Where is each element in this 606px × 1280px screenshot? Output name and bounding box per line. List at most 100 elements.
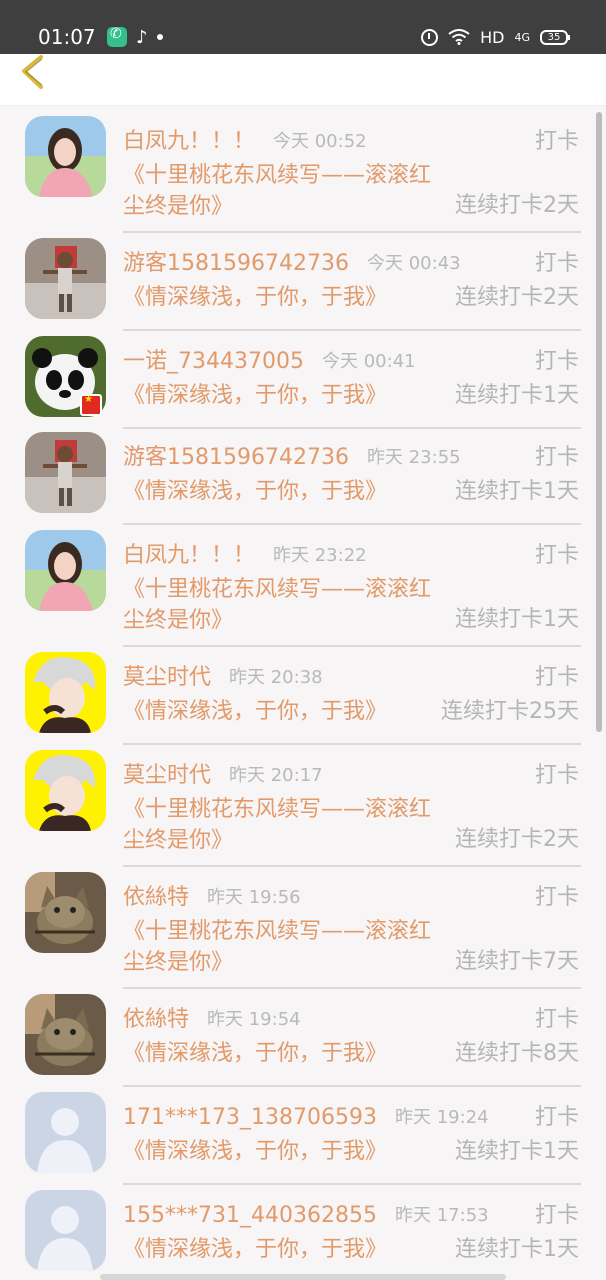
list-item[interactable]: 游客1581596742736 昨天 23:55 打卡《情深缘浅，于你，于我》 连续打… [0,428,606,526]
chevron-left-icon[interactable] [14,54,54,94]
wifi-icon [448,29,470,45]
checkin-label: 打卡 [534,445,579,470]
alarm-icon [421,28,439,46]
streak-count: 连续打卡2天 [455,827,579,852]
user-name[interactable]: 155***731_440362855 [123,1202,377,1230]
streak-count: 连续打卡2天 [455,285,579,310]
user-name[interactable]: 莫尘时代 [123,664,211,692]
list-item[interactable]: 莫尘时代 昨天 20:38 打卡《情深缘浅，于你，于我》 连续打卡25天 [0,648,606,746]
list-item[interactable]: 依絲特 昨天 19:54 打卡 《情深缘浅，于你，于我》 连续打卡8天 [0,990,606,1088]
row-divider [123,1085,581,1087]
streak-count: 连续打卡25天 [441,699,579,724]
user-name[interactable]: 171***173_138706593 [123,1104,377,1132]
work-title[interactable]: 《情深缘浅，于你，于我》 [123,1136,453,1167]
work-title[interactable]: 《情深缘浅，于你，于我》 [123,1234,453,1265]
post-time: 今天 00:43 [367,253,461,274]
home-indicator[interactable] [100,1274,506,1280]
user-name[interactable]: 一诺_734437005 [123,348,304,376]
work-title[interactable]: 《情深缘浅，于你，于我》 [123,282,453,313]
list-item[interactable]: 依絲特 昨天 19:56 打卡《十里桃花东风续写——滚滚红 尘终是你》 连续打卡7天 [0,868,606,990]
user-name[interactable]: 依絲特 [123,884,189,912]
network-label: HD [480,27,505,47]
post-time: 昨天 20:38 [229,667,323,688]
notification-icons: ♪ [107,26,163,48]
streak-count: 连续打卡1天 [455,383,579,408]
checkin-label: 打卡 [534,885,579,910]
list-item[interactable]: 莫尘时代 昨天 20:17 打卡 《十里桃花东风续写——滚滚红 尘终是你》 连续打卡2天 [0,746,606,868]
checkin-label: 打卡 [534,1105,579,1130]
streak-count: 连续打卡1天 [455,1237,579,1262]
streak-count: 连续打卡7天 [455,949,579,974]
streak-count: 连续打卡1天 [455,479,579,504]
checkin-label: 打卡 [534,129,579,154]
work-title[interactable]: 《十里桃花东风续写——滚滚红 [123,916,453,947]
phone-icon [107,26,127,47]
list-item[interactable]: 游客1581596742736 今天 00:43 打卡《情深缘浅，于你，于我》 连续打… [0,234,606,332]
work-title-continued[interactable]: 尘终是你》 [123,947,453,978]
post-time: 昨天 23:22 [273,545,367,566]
row-divider [123,743,581,745]
user-name[interactable]: 游客1581596742736 [123,250,349,278]
signal-label: 4G [514,30,530,44]
work-title-continued[interactable]: 尘终是你》 [123,825,453,856]
work-title[interactable]: 《情深缘浅，于你，于我》 [123,696,453,727]
row-divider [123,987,581,989]
avatar[interactable] [25,1092,106,1173]
list-item[interactable]: 171***173_138706593 昨天 19:24 打卡《情深缘浅，于你，于我… [0,1088,606,1186]
avatar[interactable] [25,1190,106,1271]
checkin-label: 打卡 [534,543,579,568]
checkin-label: 打卡 [534,349,579,374]
user-name[interactable]: 游客1581596742736 [123,444,349,472]
checkin-list[interactable]: 白凤九！！！ 今天 00:52 打卡 《十里桃花东风续写——滚滚红 尘终是你》 连续打卡2… [0,106,606,1280]
work-title[interactable]: 《情深缘浅，于你，于我》 [123,476,453,507]
checkin-label: 打卡 [534,665,579,690]
checkin-label: 打卡 [534,1203,579,1228]
avatar[interactable] [25,238,106,319]
list-item[interactable]: 白凤九！！！ 昨天 23:22 打卡 《十里桃花东风续写——滚滚红 尘终是你》 连续打卡1… [0,526,606,648]
checkin-label: 打卡 [534,763,579,788]
list-item[interactable]: 155***731_440362855 昨天 17:53 打卡《情深缘浅，于你，于我… [0,1186,606,1280]
system-icons: HD 4G 35 [421,26,570,48]
user-name[interactable]: 依絲特 [123,1006,189,1034]
avatar[interactable] [25,750,106,831]
post-time: 昨天 19:56 [207,887,301,908]
work-title[interactable]: 《情深缘浅，于你，于我》 [123,380,453,411]
avatar[interactable] [25,432,106,513]
row-divider [123,645,581,647]
work-title[interactable]: 《十里桃花东风续写——滚滚红 [123,574,453,605]
row-divider [123,523,581,525]
post-time: 昨天 23:55 [367,447,461,468]
post-time: 今天 00:52 [273,131,367,152]
more-dot-icon [156,34,163,40]
user-name[interactable]: 白凤九！！！ [123,542,255,570]
row-divider [123,329,581,331]
work-title[interactable]: 《十里桃花东风续写——滚滚红 [123,794,453,825]
user-name[interactable]: 莫尘时代 [123,762,211,790]
post-time: 昨天 17:53 [395,1205,489,1226]
post-time: 昨天 19:24 [395,1107,489,1128]
streak-count: 连续打卡8天 [455,1041,579,1066]
user-name[interactable]: 白凤九！！！ [123,128,255,156]
avatar[interactable] [25,994,106,1075]
work-title-continued[interactable]: 尘终是你》 [123,605,453,636]
checkin-label: 打卡 [534,251,579,276]
work-title[interactable]: 《十里桃花东风续写——滚滚红 [123,160,453,191]
top-bar [0,54,606,106]
avatar[interactable] [25,872,106,953]
row-divider [123,865,581,867]
status-time: 01:07 [38,25,96,49]
status-bar: 01:07 ♪ HD 4G 35 [0,0,606,54]
work-title-continued[interactable]: 尘终是你》 [123,191,453,222]
post-time: 昨天 19:54 [207,1009,301,1030]
streak-count: 连续打卡2天 [455,193,579,218]
avatar[interactable] [25,652,106,733]
tiktok-icon: ♪ [136,26,148,48]
work-title[interactable]: 《情深缘浅，于你，于我》 [123,1038,453,1069]
battery-icon: 35 [540,29,570,45]
list-item[interactable]: 一诺_734437005 今天 00:41 打卡《情深缘浅，于你，于我》连续打卡1天 [0,332,606,430]
avatar[interactable] [25,530,106,611]
scrollbar[interactable] [596,112,602,732]
china-flag-icon [80,394,102,416]
avatar[interactable] [25,116,106,197]
list-item[interactable]: 白凤九！！！ 今天 00:52 打卡《十里桃花东风续写——滚滚红 尘终是你》 连续打卡2… [0,112,606,234]
